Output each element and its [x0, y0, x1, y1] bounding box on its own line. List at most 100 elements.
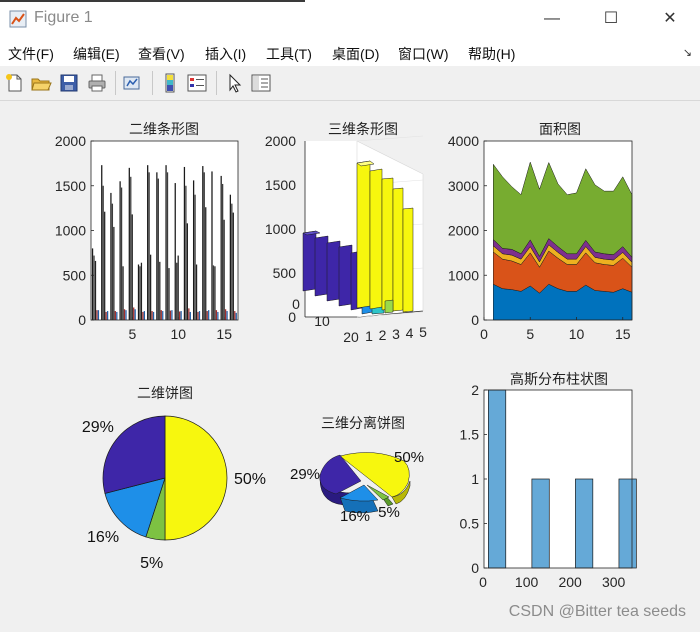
print-icon[interactable] [86, 72, 108, 94]
pointer-icon[interactable] [223, 72, 245, 94]
bar2d-bar [231, 203, 233, 320]
toolbar-separator [115, 71, 116, 95]
bar2d-bar [180, 311, 182, 320]
dock-arrow-icon[interactable]: ↘ [683, 46, 692, 59]
toolbar-separator [216, 71, 217, 95]
bar2d-bar [149, 254, 152, 320]
bar2d-bar [151, 311, 153, 320]
bar2d-bar [157, 178, 159, 320]
bar2d-bar [220, 175, 222, 320]
bar2d-xtick-label: 10 [170, 326, 186, 342]
histogram-title: 高斯分布柱状图 [510, 371, 608, 388]
histogram-bar [618, 478, 637, 569]
bar2d-bar [183, 166, 186, 320]
menu-tools[interactable]: 工具(T) [266, 44, 312, 64]
bar2d-bar [143, 311, 146, 320]
bar2d-bar [123, 309, 126, 320]
pie3d-label: 16% [340, 508, 370, 525]
bar2d-bar [106, 311, 109, 320]
bar2d-bar [189, 311, 191, 320]
bar2d-ytick-label: 0 [78, 312, 86, 328]
bar2d-bar [214, 266, 216, 320]
bar2d-bar [223, 219, 225, 320]
insert-colorbar-icon[interactable] [159, 72, 181, 94]
bar2d-xtick-label: 15 [216, 326, 232, 342]
bar3d-bar [356, 160, 371, 309]
bar2d-bar [234, 311, 236, 320]
menu-view[interactable]: 查看(V) [138, 44, 185, 64]
histogram-ytick-label: 1.5 [460, 427, 480, 443]
menu-desktop[interactable]: 桌面(D) [332, 44, 379, 64]
bar3d-ztick-label: 1000 [265, 221, 296, 237]
bar2d-ytick-label: 2000 [55, 133, 86, 149]
bar2d-bar [134, 309, 136, 320]
bar3d-bar [326, 240, 341, 302]
pie3d-title: 三维分离饼图 [321, 415, 405, 432]
maximize-button[interactable]: ☐ [596, 8, 626, 30]
bar2d-bar [131, 214, 133, 320]
bar2d-bar [156, 172, 158, 320]
menu-file[interactable]: 文件(F) [8, 44, 54, 64]
bar3d-bar [384, 299, 394, 314]
bar2d-bar [192, 180, 195, 320]
watermark: CSDN @Bitter tea seeds [508, 603, 686, 620]
bar2d-bar [212, 265, 215, 320]
minimize-button[interactable]: — [537, 8, 567, 30]
toolbar [0, 66, 700, 101]
open-file-icon[interactable] [30, 72, 52, 94]
bar2d-bar [139, 266, 141, 320]
link-plot-icon[interactable] [121, 72, 143, 94]
menu-insert[interactable]: 插入(I) [205, 44, 246, 64]
bar2d-bar [93, 255, 95, 320]
histogram-xtick-label: 300 [602, 574, 626, 590]
menu-edit[interactable]: 编辑(E) [73, 44, 120, 64]
area-xtick-label: 10 [569, 326, 585, 342]
toolbar-separator [152, 71, 153, 95]
bar2d-bar [229, 194, 232, 320]
bar2d-bar [128, 167, 130, 320]
close-button[interactable]: ✕ [655, 8, 685, 30]
insert-legend-icon[interactable] [186, 72, 208, 94]
histogram-xtick-label: 200 [558, 574, 582, 590]
menu-help[interactable]: 帮助(H) [468, 44, 515, 64]
bar2d-bar [176, 262, 178, 320]
new-figure-icon[interactable] [4, 72, 26, 94]
figure-canvas: 二维条形图 0500100015002000 51015 三维条形图 [0, 101, 700, 627]
bar2d-ytick-label: 500 [63, 267, 87, 283]
bar3d-rowtick-label: 0 [292, 296, 300, 312]
bar3d-bar [402, 207, 414, 313]
bar2d-bar [91, 248, 94, 320]
menu-window[interactable]: 窗口(W) [398, 44, 449, 64]
histogram-plot-area [484, 390, 632, 568]
bar2d-bar [160, 310, 162, 320]
area-ytick-label: 3000 [448, 178, 479, 194]
bar2d-bar [116, 311, 118, 320]
bar2d-bar [203, 172, 205, 320]
bar2d-xtick-label: 5 [128, 326, 136, 342]
bar2d-bar [119, 181, 121, 320]
histogram-xtick-label: 0 [479, 574, 487, 590]
bar3d-rowtick-label: 20 [343, 329, 359, 345]
area-xtick-label: 0 [480, 326, 488, 342]
bar3d-coltick-label: 5 [419, 324, 427, 340]
property-editor-icon[interactable] [250, 72, 272, 94]
bar2d-bar [235, 312, 237, 320]
bar2d-bar [105, 311, 107, 320]
bar2d-bar [202, 166, 204, 320]
bar2d-bar [198, 311, 201, 320]
bar2d-bar [194, 194, 196, 320]
bar3d-bar [381, 177, 394, 311]
bar2d-bar [162, 311, 164, 320]
save-icon[interactable] [58, 72, 80, 94]
menu-bar: 文件(F) 编辑(E) 查看(V) 插入(I) 工具(T) 桌面(D) 窗口(W… [0, 38, 700, 67]
bar3d-chart: 三维条形图 0500100015002000 01020 1 2 3 4 5 [265, 121, 427, 345]
bar2d-bar [159, 261, 161, 320]
bar2d-bar [188, 308, 190, 320]
bar2d-bar [133, 307, 135, 320]
bar2d-ytick-label: 1500 [55, 178, 86, 194]
histogram-bar [575, 478, 594, 569]
bar2d-bar [171, 310, 173, 320]
bar2d-bar [101, 165, 103, 320]
bar2d-bar [165, 165, 167, 320]
bar2d-bar [122, 266, 124, 320]
